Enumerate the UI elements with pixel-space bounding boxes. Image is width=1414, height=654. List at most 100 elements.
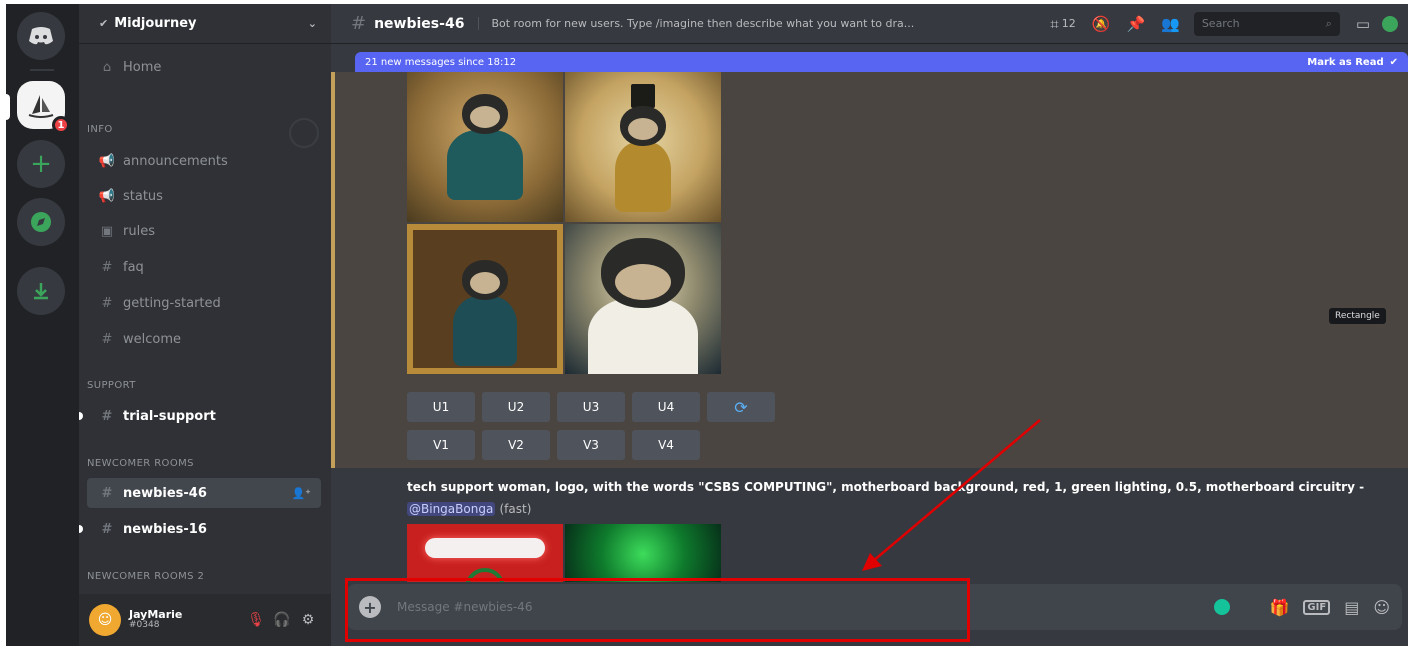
megaphone-icon: 📢	[98, 188, 116, 204]
gif-icon[interactable]: GIF	[1303, 599, 1331, 615]
channel-label: announcements	[123, 153, 228, 169]
generated-image-3[interactable]	[407, 224, 563, 374]
server-rail: 1 +	[6, 4, 79, 646]
channel-label: status	[123, 188, 163, 204]
user-mention[interactable]: @BingaBonga	[407, 502, 496, 516]
upscale-4-button[interactable]: U4	[632, 392, 700, 422]
variation-2-button[interactable]: V2	[482, 430, 550, 460]
channel-label: welcome	[123, 331, 182, 347]
channel-title: newbies-46	[374, 15, 465, 32]
add-server-icon[interactable]: +	[17, 140, 65, 188]
invite-member-icon[interactable]: 👤⁺	[291, 487, 311, 500]
channel-status[interactable]: 📢 status	[87, 181, 321, 211]
highlighted-message: U1 U2 U3 U4 ⟳ V1 V2 V3 V4 Rectangle	[331, 72, 1408, 468]
avatar[interactable]: ☺	[89, 604, 121, 636]
channel-rules[interactable]: ▣ rules	[87, 216, 321, 246]
generated-image-4[interactable]	[565, 224, 721, 374]
hash-icon: #	[101, 485, 113, 501]
active-server-pill	[6, 94, 10, 120]
headphones-icon[interactable]: 🎧	[269, 612, 295, 628]
upscale-button-row: U1 U2 U3 U4 ⟳	[407, 392, 775, 422]
new-messages-bar[interactable]: 21 new messages since 18:12 Mark as Read…	[355, 52, 1408, 72]
generated-image-2[interactable]	[565, 72, 721, 222]
channel-label: getting-started	[123, 295, 221, 311]
hash-icon: #	[101, 408, 113, 424]
sticker-icon[interactable]: ▤	[1344, 598, 1359, 617]
channel-sidebar: ✔ Midjourney ⌄ ⌂ Home INFO 📢 announcemen…	[79, 4, 331, 646]
refresh-icon: ⟳	[734, 397, 748, 417]
notification-bell-muted-icon[interactable]: 🔕	[1092, 15, 1111, 33]
upscale-1-button[interactable]: U1	[407, 392, 475, 422]
rectangle-tooltip: Rectangle	[1329, 308, 1386, 324]
upscale-2-button[interactable]: U2	[482, 392, 550, 422]
channel-topic[interactable]: Bot room for new users. Type /imagine th…	[478, 17, 1034, 30]
channel-getting-started[interactable]: # getting-started	[87, 288, 321, 318]
search-icon: ⌕	[1325, 16, 1332, 30]
home-icon: ⌂	[102, 59, 112, 75]
channel-label: faq	[123, 259, 144, 275]
user-panel: ☺ JayMarie #0348 🎙 🎧 ⚙	[79, 594, 331, 646]
gift-icon[interactable]: 🎁	[1270, 598, 1290, 617]
speed-label: (fast)	[499, 502, 532, 516]
search-input[interactable]: Search ⌕	[1193, 11, 1340, 36]
emoji-icon[interactable]: ☺	[1373, 598, 1390, 617]
server-name: Midjourney	[114, 16, 197, 31]
category-support[interactable]: SUPPORT	[87, 380, 136, 391]
sidebar-item-label: Home	[123, 59, 162, 75]
generated-image-logo-1[interactable]	[407, 524, 563, 582]
threads-icon[interactable]: ⌗	[1050, 15, 1058, 33]
generated-image-1[interactable]	[407, 72, 563, 222]
sidebar-item-home[interactable]: ⌂ Home	[87, 52, 321, 82]
gear-icon[interactable]: ⚙	[295, 612, 321, 628]
search-placeholder: Search	[1201, 17, 1240, 30]
channel-label: rules	[123, 223, 155, 239]
discord-home-icon[interactable]	[17, 12, 65, 60]
hash-icon: #	[351, 13, 367, 34]
explore-servers-icon[interactable]	[17, 198, 65, 246]
hash-icon: #	[101, 331, 113, 347]
channel-label: newbies-46	[123, 485, 207, 501]
inbox-icon[interactable]: ▭	[1356, 15, 1370, 33]
upscale-3-button[interactable]: U3	[557, 392, 625, 422]
channel-faq[interactable]: # faq	[87, 252, 321, 282]
variation-3-button[interactable]: V3	[557, 430, 625, 460]
pin-icon[interactable]: 📌	[1126, 15, 1145, 33]
variation-1-button[interactable]: V1	[407, 430, 475, 460]
chevron-down-icon: ⌄	[307, 17, 317, 30]
rules-icon: ▣	[100, 223, 114, 239]
new-messages-text: 21 new messages since 18:12	[365, 56, 517, 68]
prompt-text: tech support woman, logo, with the words…	[407, 480, 1355, 494]
channel-newbies-46[interactable]: # newbies-46 👤⁺	[87, 478, 321, 508]
server-header[interactable]: ✔ Midjourney ⌄	[79, 4, 331, 44]
rail-divider	[30, 69, 54, 71]
variation-4-button[interactable]: V4	[632, 430, 700, 460]
download-apps-icon[interactable]	[17, 267, 65, 315]
variation-button-row: V1 V2 V3 V4	[407, 430, 700, 460]
channel-trial-support[interactable]: # trial-support	[79, 401, 321, 431]
member-list-icon[interactable]: 👥	[1161, 15, 1180, 33]
image-grid[interactable]	[407, 72, 723, 378]
megaphone-icon: 📢	[98, 153, 116, 169]
hash-icon: #	[101, 259, 113, 275]
microphone-muted-icon[interactable]: 🎙	[243, 612, 269, 628]
help-status-icon[interactable]	[1382, 15, 1398, 32]
generated-image-logo-2[interactable]	[565, 524, 721, 582]
mark-read-icon: ✔	[1389, 56, 1398, 68]
unread-indicator	[79, 412, 83, 420]
threads-count: 12	[1061, 17, 1076, 30]
mark-as-read-button[interactable]: Mark as Read	[1307, 57, 1383, 68]
grammarly-icon[interactable]	[1213, 599, 1230, 615]
reroll-button[interactable]: ⟳	[707, 392, 775, 422]
channel-newbies-16[interactable]: # newbies-16	[79, 514, 321, 544]
channel-announcements[interactable]: 📢 announcements	[87, 146, 321, 176]
category-info[interactable]: INFO	[87, 124, 113, 135]
hash-icon: #	[101, 295, 113, 311]
channel-welcome[interactable]: # welcome	[87, 324, 321, 354]
channel-label: newbies-16	[123, 521, 207, 537]
category-newcomer-rooms-2[interactable]: NEWCOMER ROOMS 2	[87, 571, 204, 582]
collapse-circle-icon[interactable]	[289, 118, 319, 148]
channel-label: trial-support	[123, 408, 216, 424]
mention-badge: 1	[52, 116, 70, 134]
user-info[interactable]: JayMarie #0348	[129, 608, 243, 631]
category-newcomer-rooms[interactable]: NEWCOMER ROOMS	[87, 458, 194, 469]
